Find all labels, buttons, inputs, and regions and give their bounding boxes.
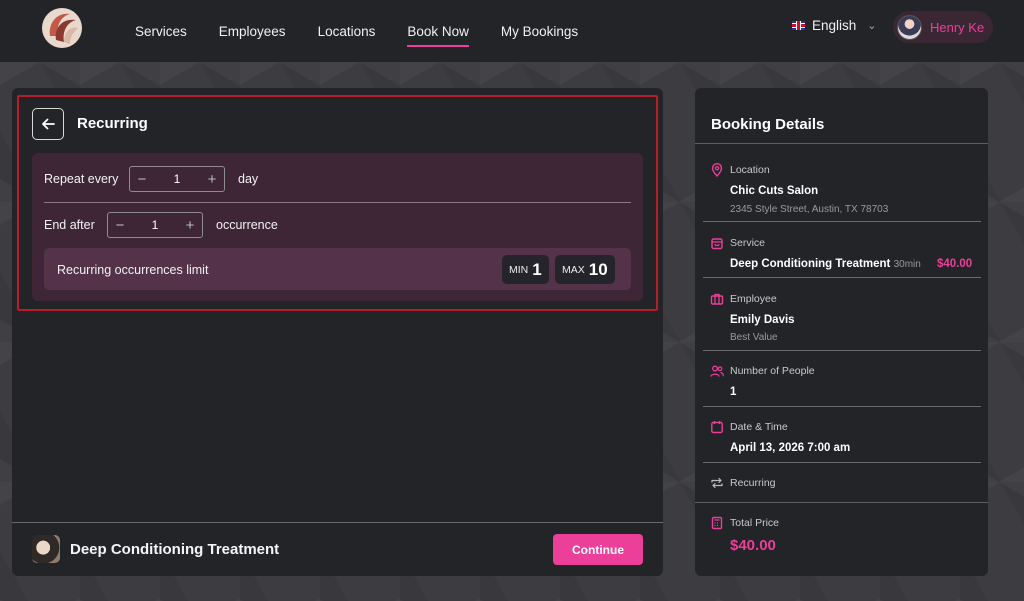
nav-my-bookings[interactable]: My Bookings [501,18,578,45]
service-price: $40.00 [937,258,973,270]
decrement-icon[interactable]: − [136,171,148,188]
total-price: $40.00 [730,537,776,554]
occurrence-limit-label: Recurring occurrences limit [57,263,209,277]
decrement-icon[interactable]: − [114,217,126,234]
people-label: Number of People [730,365,815,377]
min-label: MIN [509,263,529,276]
salon-logo-icon[interactable] [40,6,84,50]
datetime-value: April 13, 2026 7:00 am [730,442,851,454]
footer-divider [12,522,663,523]
briefcase-icon [710,293,724,305]
back-button[interactable] [32,108,64,140]
divider [703,221,981,222]
divider [703,462,981,463]
end-after-label: End after [44,218,95,232]
arrow-left-icon [42,118,55,130]
repeat-every-stepper[interactable]: − 1 + [129,166,225,192]
increment-icon[interactable]: + [206,171,218,188]
footer-service-name: Deep Conditioning Treatment [70,541,280,558]
max-label: MAX [562,263,585,276]
divider [703,350,981,351]
recurring-label: Recurring [730,477,776,489]
service-duration: 30min [893,259,921,270]
max-badge: MAX 10 [555,255,615,284]
language-selector[interactable]: English ⌄ [792,18,877,33]
location-label: Location [730,164,770,176]
continue-button[interactable]: Continue [553,534,643,565]
service-label: Service [730,237,766,249]
nav-locations[interactable]: Locations [318,18,376,45]
panel-title: Recurring [77,115,148,132]
chevron-down-icon: ⌄ [867,20,877,32]
calendar-icon [711,421,723,434]
nav-employees[interactable]: Employees [219,18,286,45]
divider [703,277,981,278]
location-name: Chic Cuts Salon [730,185,819,197]
location-address: 2345 Style Street, Austin, TX 78703 [730,204,889,215]
nav-services[interactable]: Services [135,18,187,45]
divider [695,502,988,503]
users-icon [710,365,724,377]
service-thumbnail [32,535,60,563]
booking-details-title: Booking Details [711,116,825,133]
divider [44,202,631,203]
service-info: Deep Conditioning Treatment 30min [730,258,921,270]
datetime-label: Date & Time [730,421,788,433]
employee-label: Employee [730,293,777,305]
divider [703,406,981,407]
shopping-bag-icon [711,238,723,250]
max-value: 10 [588,259,608,279]
employee-name: Emily Davis [730,314,795,326]
main-nav: Services Employees Locations Book Now My… [135,0,578,62]
repeat-unit-label: day [238,172,259,186]
min-badge: MIN 1 [502,255,549,284]
end-unit-label: occurrence [216,218,278,232]
repeat-every-value[interactable]: 1 [174,172,181,186]
avatar [897,14,922,40]
nav-book-now[interactable]: Book Now [407,18,469,47]
increment-icon[interactable]: + [184,217,196,234]
top-navbar: Services Employees Locations Book Now My… [0,0,1024,62]
user-name: Henry Ke [930,19,985,35]
language-label: English [812,18,857,33]
repeat-every-label: Repeat every [44,172,119,186]
total-label: Total Price [730,517,780,529]
calculator-icon [711,516,723,530]
repeat-icon [711,477,723,489]
user-menu[interactable]: Henry Ke [893,11,993,43]
people-value: 1 [730,386,737,398]
end-after-value[interactable]: 1 [152,218,159,232]
uk-flag-icon [792,21,805,30]
employee-note: Best Value [730,332,778,343]
end-after-stepper[interactable]: − 1 + [107,212,203,238]
divider [695,143,988,144]
map-pin-icon [711,163,723,177]
min-value: 1 [532,259,542,279]
service-name: Deep Conditioning Treatment [730,258,891,270]
